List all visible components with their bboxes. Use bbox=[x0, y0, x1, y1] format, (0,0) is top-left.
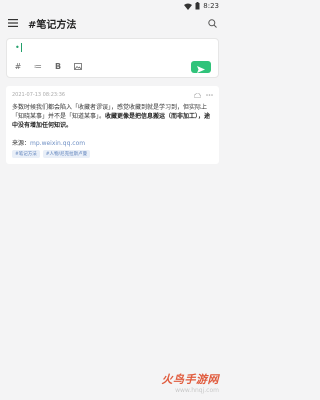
note-body: 多数时候我们都会陷入「收藏者谬误」，感觉收藏到就是学习到，但实际上「知晓某事」并… bbox=[12, 103, 213, 130]
hashtag-button[interactable]: # bbox=[13, 62, 23, 72]
wifi-icon bbox=[184, 3, 193, 10]
app-bar: #笔记方法 bbox=[0, 12, 225, 34]
watermark-url: www.hnqj.com bbox=[175, 387, 219, 394]
note-editor: • # ≔ B bbox=[6, 38, 219, 78]
editor-toolbar: # ≔ B bbox=[13, 61, 210, 72]
search-icon[interactable] bbox=[205, 16, 219, 30]
note-input[interactable]: • bbox=[15, 43, 210, 57]
text-caret bbox=[20, 43, 22, 52]
menu-icon[interactable] bbox=[6, 16, 20, 30]
send-icon bbox=[197, 58, 205, 77]
source-link[interactable]: mp.weixin.qq.com bbox=[30, 140, 85, 147]
note-tags: #笔记方法 #人物/尼克拉斯卢曼 bbox=[12, 150, 213, 158]
page-title: #笔记方法 bbox=[28, 19, 77, 31]
source-label: 来源： bbox=[12, 140, 31, 147]
watermark: 火鸟手游网 www.hnqj.com bbox=[162, 371, 220, 394]
note-card[interactable]: 2021-07-13 08:23:36 多数时候我们都会陷入「收藏者谬误」，感觉… bbox=[6, 86, 219, 164]
note-meta: 2021-07-13 08:23:36 bbox=[12, 91, 213, 99]
editor-prefix: • bbox=[15, 43, 20, 52]
status-bar: 8:23 bbox=[0, 0, 225, 12]
tag-chip[interactable]: #人物/尼克拉斯卢曼 bbox=[42, 150, 91, 158]
battery-icon bbox=[195, 2, 200, 10]
list-button[interactable]: ≔ bbox=[33, 62, 43, 72]
note-source: 来源：mp.weixin.qq.com bbox=[12, 138, 213, 147]
sync-icon bbox=[193, 91, 201, 99]
image-icon[interactable] bbox=[73, 62, 83, 72]
send-button[interactable] bbox=[191, 61, 211, 73]
more-options-icon[interactable] bbox=[205, 91, 213, 99]
status-time: 8:23 bbox=[203, 2, 219, 10]
bold-button[interactable]: B bbox=[53, 62, 63, 72]
watermark-logo: 火鸟手游网 bbox=[161, 373, 219, 386]
tag-chip[interactable]: #笔记方法 bbox=[12, 150, 40, 158]
note-timestamp: 2021-07-13 08:23:36 bbox=[12, 92, 66, 98]
